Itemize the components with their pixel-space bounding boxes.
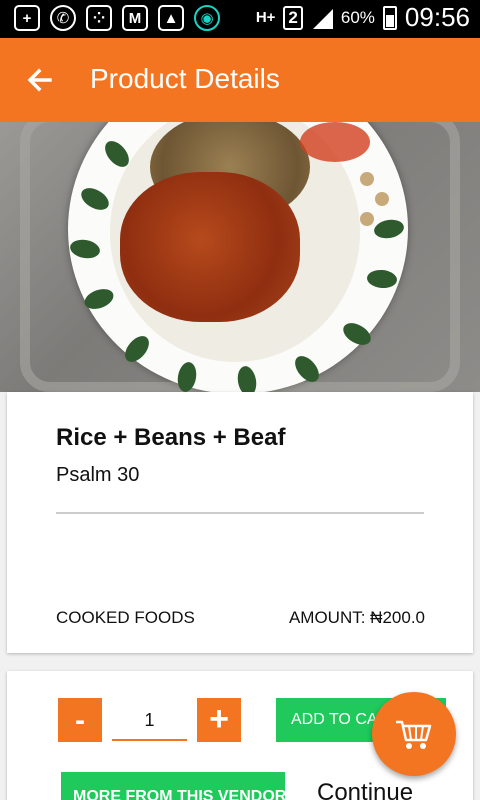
app-icon: ◉ xyxy=(194,5,220,31)
app-bar: Product Details xyxy=(0,38,480,122)
status-bar: + ✆ ⁘ M ▲ ◉ H+ 2 60% 09:56 xyxy=(0,0,480,38)
product-card: Rice + Beans + Beaf Psalm 30 COOKED FOOD… xyxy=(7,392,473,653)
bbm-icon: ⁘ xyxy=(86,5,112,31)
more-from-vendor-button[interactable]: MORE FROM THIS VENDOR xyxy=(61,772,285,800)
signal-icon xyxy=(312,8,333,29)
sim-indicator: 2 xyxy=(283,5,303,30)
add-icon: + xyxy=(14,5,40,31)
arrow-left-icon xyxy=(27,68,52,92)
battery-percent: 60% xyxy=(340,7,375,27)
increase-quantity-button[interactable]: + xyxy=(197,698,241,742)
network-type: H+ xyxy=(255,8,276,26)
cart-icon xyxy=(396,720,432,749)
vendor-name: Psalm 30 xyxy=(56,464,140,486)
clock: 09:56 xyxy=(404,2,470,32)
gmail-icon: M xyxy=(122,5,148,31)
whatsapp-icon: ✆ xyxy=(50,5,76,31)
continue-link[interactable]: Continue xyxy=(317,779,413,800)
page-title: Product Details xyxy=(90,63,280,94)
cart-fab-button[interactable] xyxy=(372,692,456,776)
quantity-field[interactable] xyxy=(112,701,187,741)
gallery-icon: ▲ xyxy=(158,5,184,31)
divider xyxy=(56,512,424,514)
product-name: Rice + Beans + Beaf xyxy=(56,424,286,451)
food-photo xyxy=(0,122,480,392)
product-category: COOKED FOODS xyxy=(56,608,195,627)
decrease-quantity-button[interactable]: - xyxy=(58,698,102,742)
battery-icon xyxy=(382,5,397,30)
back-button[interactable] xyxy=(20,60,60,100)
product-amount: AMOUNT: ₦200.0 xyxy=(288,608,425,627)
